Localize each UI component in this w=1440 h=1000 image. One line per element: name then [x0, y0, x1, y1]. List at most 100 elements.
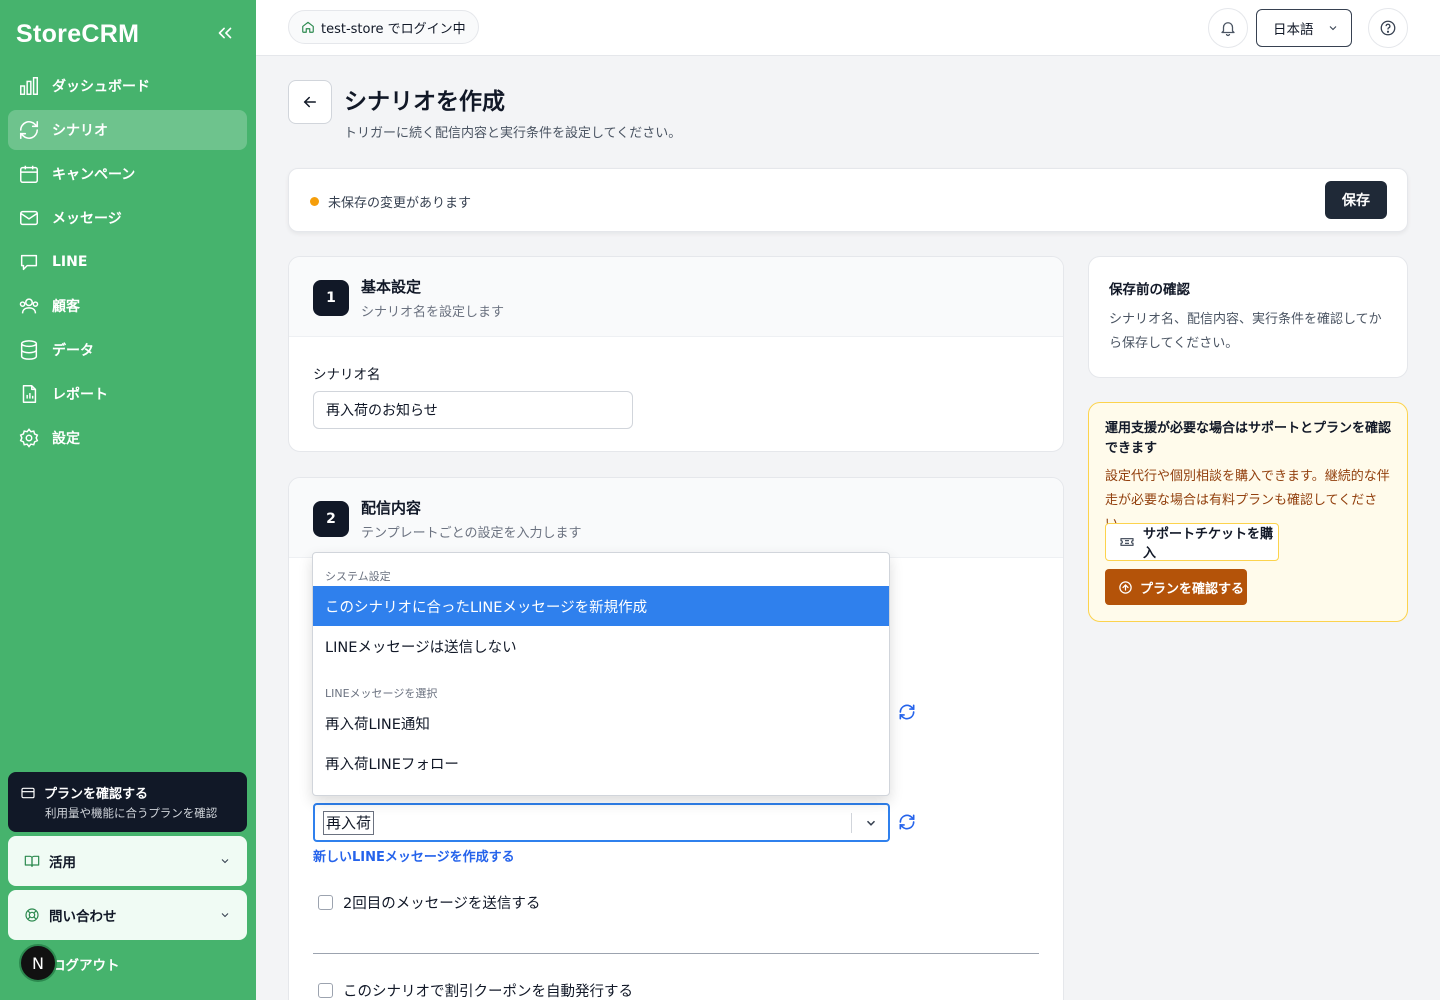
sidebar-item-data[interactable]: データ	[8, 330, 247, 370]
language-select[interactable]: 日本語	[1256, 9, 1352, 47]
chevron-down-icon[interactable]	[864, 816, 878, 830]
credit-card-icon	[20, 785, 36, 801]
coupon-checkbox[interactable]	[318, 983, 333, 998]
database-icon	[17, 338, 41, 362]
sidebar-item-label: メッセージ	[52, 211, 122, 227]
card-title: 基本設定	[361, 278, 422, 296]
language-value: 日本語	[1273, 22, 1314, 38]
sidebar-item-label: LINE	[52, 254, 88, 270]
brand-logo: StoreCRM	[16, 20, 140, 48]
sidebar-item-dashboard[interactable]: ダッシュボード	[8, 66, 247, 106]
scenario-name-input[interactable]: 再入荷のお知らせ	[313, 391, 633, 429]
contact-accordion[interactable]: 問い合わせ	[8, 890, 247, 940]
support-icon	[24, 907, 40, 923]
store-indicator[interactable]: test-store でログイン中	[288, 10, 479, 44]
plan-card-title: プランを確認する	[44, 787, 149, 802]
utilize-label: 活用	[49, 855, 76, 871]
coupon-label: このシナリオで割引クーポンを自動発行する	[343, 984, 633, 1000]
support-card: 運用支援が必要な場合はサポートとプランを確認できます 設定代行や個別相談を購入で…	[1088, 402, 1408, 622]
refresh-icon[interactable]	[897, 812, 917, 832]
logout-button[interactable]: ログアウト	[52, 954, 120, 974]
unsaved-dot	[310, 197, 319, 206]
ticket-icon	[1119, 534, 1135, 550]
save-button[interactable]: 保存	[1325, 181, 1387, 219]
step-badge: 2	[313, 501, 349, 537]
card-header: 1 基本設定 シナリオ名を設定します	[289, 257, 1063, 337]
confirm-title: 保存前の確認	[1109, 282, 1190, 298]
confirm-card: 保存前の確認 シナリオ名、配信内容、実行条件を確認してから保存してください。	[1088, 256, 1408, 378]
sidebar-item-label: レポート	[52, 387, 108, 403]
book-icon	[24, 853, 40, 869]
select-search-input[interactable]: 再入荷	[323, 811, 375, 835]
confirm-desc: シナリオ名、配信内容、実行条件を確認してから保存してください。	[1109, 312, 1382, 351]
sidebar-item-report[interactable]: レポート	[8, 374, 247, 414]
chevron-down-icon	[219, 909, 231, 921]
back-button[interactable]	[288, 80, 332, 124]
users-icon	[17, 294, 41, 318]
arrow-up-circle-icon	[1118, 580, 1133, 595]
unsaved-text: 未保存の変更があります	[328, 196, 472, 211]
sidebar-item-campaign[interactable]: キャンペーン	[8, 154, 247, 194]
sidebar-item-label: シナリオ	[52, 123, 108, 139]
report-icon	[17, 382, 41, 406]
plan-card[interactable]: プランを確認する 利用量や機能に合うプランを確認	[8, 772, 247, 832]
refresh-icon	[17, 118, 41, 142]
calendar-icon	[17, 162, 41, 186]
card-header: 2 配信内容 テンプレートごとの設定を入力します	[289, 478, 1063, 558]
sidebar-item-settings[interactable]: 設定	[8, 418, 247, 458]
card-subtitle: シナリオ名を設定します	[361, 305, 505, 320]
second-message-checkbox-row[interactable]: 2回目のメッセージを送信する	[318, 892, 540, 913]
avatar[interactable]: N	[19, 944, 57, 982]
bar-chart-icon	[17, 74, 41, 98]
step-badge: 1	[313, 280, 349, 316]
card-title: 配信内容	[361, 499, 422, 517]
unsaved-banner: 未保存の変更があります 保存	[288, 168, 1408, 232]
scenario-name-label: シナリオ名	[313, 367, 381, 383]
page-title: シナリオを作成	[344, 89, 505, 115]
sidebar: StoreCRM ダッシュボード シナリオ キャンペーン メッセージ LINE …	[0, 0, 256, 1000]
sidebar-item-label: 設定	[52, 431, 80, 447]
coupon-checkbox-row[interactable]: このシナリオで割引クーポンを自動発行する	[318, 980, 633, 1000]
second-message-checkbox[interactable]	[318, 895, 333, 910]
sidebar-item-label: ダッシュボード	[52, 79, 150, 95]
dropdown-group-label: システム設定	[325, 570, 391, 583]
select-separator	[851, 813, 852, 833]
dropdown-group-label: LINEメッセージを選択	[325, 687, 438, 700]
sidebar-item-label: 顧客	[52, 299, 80, 315]
sidebar-item-line[interactable]: LINE	[8, 242, 247, 282]
dropdown-option-notice[interactable]: 再入荷LINE通知	[313, 703, 889, 743]
arrow-left-icon	[301, 93, 319, 111]
sidebar-item-customers[interactable]: 顧客	[8, 286, 247, 326]
gear-icon	[17, 426, 41, 450]
page-subtitle: トリガーに続く配信内容と実行条件を設定してください。	[344, 126, 682, 141]
sidebar-item-scenario[interactable]: シナリオ	[8, 110, 247, 150]
plan-card-subtitle: 利用量や機能に合うプランを確認	[45, 806, 218, 820]
new-line-message-link[interactable]: 新しいLINEメッセージを作成する	[313, 846, 515, 865]
dropdown-option-none[interactable]: LINEメッセージは送信しない	[313, 626, 889, 666]
buy-support-ticket-button[interactable]: サポートチケットを購入	[1105, 523, 1279, 561]
contact-label: 問い合わせ	[49, 909, 117, 925]
store-label: test-store でログイン中	[321, 21, 466, 37]
chevron-down-icon	[1327, 22, 1339, 34]
sidebar-item-label: データ	[52, 343, 94, 359]
plan-button-label: プランを確認する	[1140, 581, 1245, 597]
second-message-label: 2回目のメッセージを送信する	[343, 896, 541, 912]
utilize-accordion[interactable]: 活用	[8, 836, 247, 886]
dropdown-option-create[interactable]: このシナリオに合ったLINEメッセージを新規作成	[313, 586, 889, 626]
sidebar-item-message[interactable]: メッセージ	[8, 198, 247, 238]
refresh-icon[interactable]	[897, 702, 917, 722]
ticket-label: サポートチケットを購入	[1143, 527, 1274, 561]
dropdown-option-follow[interactable]: 再入荷LINEフォロー	[313, 743, 889, 783]
check-plan-button[interactable]: プランを確認する	[1105, 569, 1247, 605]
sidebar-item-label: キャンペーン	[52, 167, 136, 183]
chat-icon	[17, 250, 41, 274]
sidebar-nav: ダッシュボード シナリオ キャンペーン メッセージ LINE 顧客 データ レポ…	[8, 66, 247, 462]
collapse-sidebar-icon[interactable]	[214, 22, 236, 44]
line-message-select[interactable]: 再入荷	[313, 803, 890, 842]
line-message-dropdown: システム設定 このシナリオに合ったLINEメッセージを新規作成 LINEメッセー…	[312, 552, 890, 796]
basic-settings-card: 1 基本設定 シナリオ名を設定します シナリオ名 再入荷のお知らせ	[288, 256, 1064, 452]
bell-icon	[1219, 19, 1237, 37]
notifications-button[interactable]	[1208, 8, 1248, 48]
help-button[interactable]	[1368, 8, 1408, 48]
card-subtitle: テンプレートごとの設定を入力します	[361, 526, 582, 541]
